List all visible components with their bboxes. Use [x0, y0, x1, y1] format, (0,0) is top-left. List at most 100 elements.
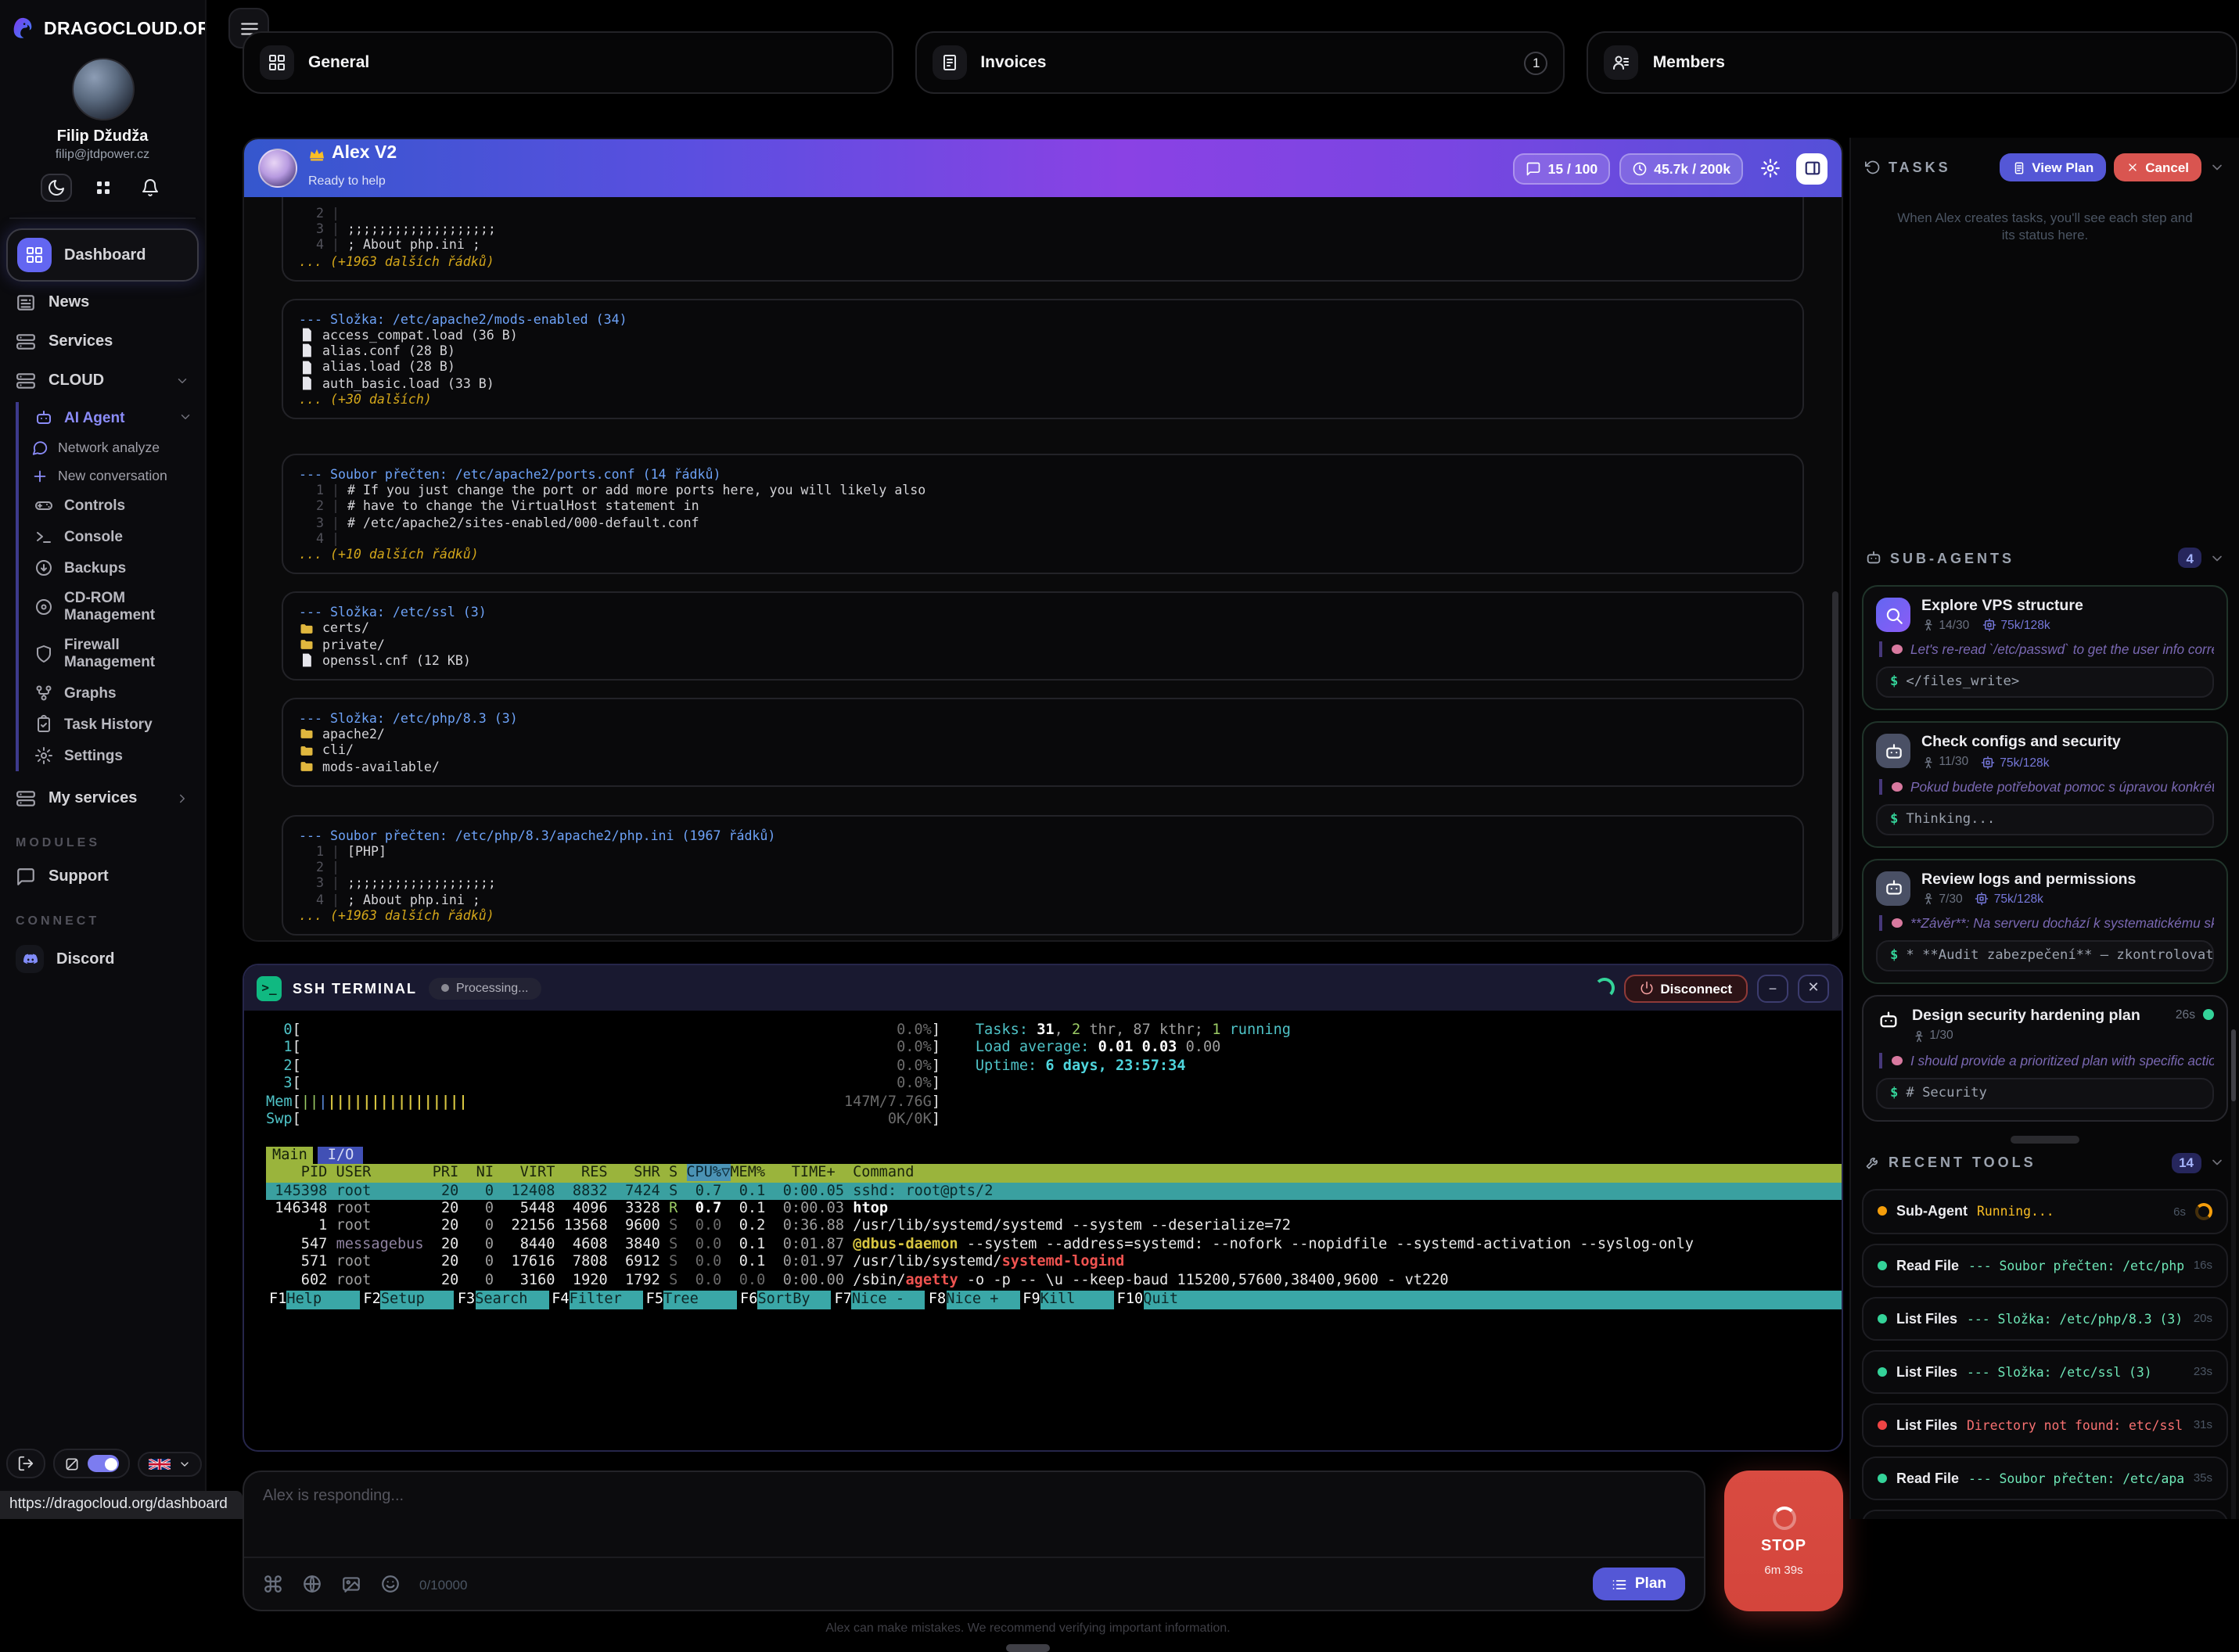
tool-result-text: --- Složka: /etc/ssl (3)	[1967, 1364, 2184, 1380]
msg-icon	[1526, 160, 1542, 176]
notifications-bell-button[interactable]	[134, 174, 165, 202]
sidebar-item-news[interactable]: News	[6, 285, 199, 321]
sidebar-item-settings[interactable]: Settings	[28, 740, 199, 771]
sidebar-item-task-history[interactable]: Task History	[28, 709, 199, 740]
collapse-chevron-icon[interactable]	[2209, 550, 2225, 566]
composer-toolbar: 0/10000 Plan	[244, 1557, 1704, 1610]
tool-call-item[interactable]: Sub-AgentRunning...6s	[1862, 1189, 2228, 1234]
ssh-terminal-panel: >_ SSH TERMINAL Processing... Disconnect…	[243, 964, 1843, 1452]
emoji-button[interactable]	[380, 1570, 401, 1598]
tool-name: List Files	[1896, 1417, 1957, 1433]
terminal-close-button[interactable]: ✕	[1798, 974, 1829, 1002]
agent-settings-button[interactable]	[1754, 153, 1785, 184]
apps-grid-button[interactable]	[87, 174, 118, 202]
tool-elapsed-time: 35s	[2194, 1471, 2212, 1485]
subagent-card[interactable]: Design security hardening plan 1/3026sI …	[1862, 996, 2228, 1122]
subagents-count-badge: 4	[2179, 548, 2201, 568]
language-selector[interactable]	[138, 1451, 202, 1476]
sidebar-item-label: Dashboard	[64, 246, 146, 264]
sidebar-item-support[interactable]: Support	[6, 859, 199, 895]
sidebar-item-new-conversation[interactable]: New conversation	[28, 461, 199, 490]
tool-status-dot	[1878, 1314, 1887, 1323]
agent-header: Alex V2 Ready to help 15 / 10045.7k / 20…	[244, 139, 1842, 197]
command-shortcuts-button[interactable]	[263, 1570, 283, 1598]
tool-call-item[interactable]: List Files--- Složka: /etc/ssl (3)23s	[1862, 1350, 2228, 1394]
crown-icon	[308, 147, 325, 161]
chat-body[interactable]: 2|3|;;;;;;;;;;;;;;;;;;;4|; About php.ini…	[244, 197, 1842, 942]
subagent-card[interactable]: Review logs and permissions 7/30 75k/128…	[1862, 859, 2228, 985]
tool-elapsed-time: 20s	[2194, 1312, 2212, 1326]
composer: 0/10000 Plan	[243, 1471, 1705, 1611]
terminal-minimize-button[interactable]: −	[1757, 974, 1788, 1002]
tool-elapsed-time: 6s	[2173, 1205, 2186, 1219]
tool-elapsed-time: 23s	[2194, 1365, 2212, 1379]
cancel-button[interactable]: Cancel	[2114, 153, 2201, 181]
sidebar-item-services[interactable]: Services	[6, 324, 199, 360]
shield-icon	[34, 645, 53, 663]
sidebar-item-label: Graphs	[64, 684, 117, 702]
subagent-card[interactable]: Explore VPS structure 14/30 75k/128kLet'…	[1862, 585, 2228, 711]
news-icon	[16, 293, 36, 313]
sidebar-item-graphs[interactable]: Graphs	[28, 677, 199, 709]
theme-switch[interactable]	[88, 1455, 119, 1472]
sidebar-item-controls[interactable]: Controls	[28, 490, 199, 521]
search-icon	[1883, 605, 1903, 625]
chat-scrollbar[interactable]	[1832, 591, 1838, 942]
collapse-chevron-icon[interactable]	[2209, 160, 2225, 175]
rightbar-scrollbar[interactable]	[2230, 1029, 2236, 1519]
tab-invoices[interactable]: Invoices1	[915, 31, 1565, 94]
uk-flag-icon	[149, 1457, 171, 1470]
right-sidebar: TASKS View Plan Cancel When Alex creates…	[1849, 138, 2239, 1519]
subagent-last-command: $Thinking...	[1876, 804, 2214, 835]
plan-button[interactable]: Plan	[1593, 1568, 1685, 1600]
sidebar-item-console[interactable]: Console	[28, 521, 199, 552]
sidebar-item-discord[interactable]: Discord	[6, 937, 199, 981]
sidebar-item-dashboard[interactable]: Dashboard	[6, 228, 199, 282]
collapse-chevron-icon[interactable]	[2209, 1155, 2225, 1171]
stop-button[interactable]: STOP 6m 39s	[1724, 1471, 1843, 1611]
view-plan-button[interactable]: View Plan	[1999, 153, 2106, 181]
sidebar-item-backups[interactable]: Backups	[28, 552, 199, 584]
tool-call-item[interactable]: List Files--- Složka: /etc/php/8.3 (3)20…	[1862, 1297, 2228, 1341]
globe-button[interactable]	[302, 1570, 322, 1598]
agent-title: Alex V2	[308, 143, 397, 163]
brand: DRAGOCLOUD.ORG	[6, 9, 199, 48]
logout-button[interactable]	[6, 1449, 45, 1478]
theme-toggle-pill[interactable]	[53, 1449, 130, 1478]
sidebar-item-cdrom-management[interactable]: CD-ROM Management	[28, 584, 199, 630]
attach-image-button[interactable]	[341, 1570, 361, 1598]
tool-name: Read File	[1896, 1258, 1959, 1273]
gamepad-icon	[34, 496, 53, 515]
sidebar-item-label: Network analyze	[58, 440, 160, 455]
folder-icon	[299, 727, 314, 742]
sidebar-item-my-services[interactable]: My services	[6, 781, 199, 817]
tool-result-text: --- Složka: /etc/php/8.3 (3)	[1967, 1311, 2184, 1327]
tool-call-item[interactable]: List FilesDirectory not found: etc/ssl31…	[1862, 1403, 2228, 1447]
messages-usage-pill[interactable]: 15 / 100	[1514, 153, 1611, 184]
sidebar-item-label: CD-ROM Management	[64, 590, 192, 624]
bottom-scroll-pill[interactable]	[1006, 1644, 1050, 1652]
sidebar-item-firewall-management[interactable]: Firewall Management	[28, 630, 199, 677]
subagent-card[interactable]: Check configs and security 11/30 75k/128…	[1862, 722, 2228, 848]
htop-function-keys[interactable]: F1HelpF2SetupF3SearchF4FilterF5TreeF6Sor…	[266, 1291, 1842, 1309]
disconnect-button[interactable]: Disconnect	[1624, 974, 1748, 1002]
tool-call-item[interactable]: Read File--- Soubor přečten: /etc/php/8.…	[1862, 1244, 2228, 1287]
terminal-output[interactable]: 0[ 0.0%] Tasks: 31, 2 thr, 87 kthr; 1 ru…	[244, 1011, 1842, 1318]
panel-drag-handle[interactable]	[2011, 1136, 2079, 1144]
dark-mode-toggle-button[interactable]	[40, 174, 71, 202]
toggle-side-panel-button[interactable]	[1796, 153, 1827, 184]
user-avatar[interactable]	[71, 58, 134, 120]
sidebar-bottom-controls	[6, 1449, 202, 1478]
sidebar-item-label: My services	[49, 790, 137, 807]
tab-members[interactable]: Members	[1587, 31, 2237, 94]
sidebar-item-cloud[interactable]: CLOUD	[6, 363, 199, 399]
message-input[interactable]	[244, 1472, 1704, 1553]
cpu-icon	[1982, 618, 1996, 632]
tool-call-item[interactable]: List Files--- Složka: /etc/apache2/mods-…	[1862, 1510, 2228, 1520]
sidebar-item-ai-agent[interactable]: AI Agent	[28, 402, 199, 433]
tab-general[interactable]: General	[243, 31, 893, 94]
tool-call-item[interactable]: Read File--- Soubor přečten: /etc/apache…	[1862, 1456, 2228, 1500]
sidebar-item-network-analyze[interactable]: Network analyze	[28, 433, 199, 461]
plus-icon	[31, 467, 49, 484]
tokens-usage-pill[interactable]: 45.7k / 200k	[1619, 153, 1743, 184]
